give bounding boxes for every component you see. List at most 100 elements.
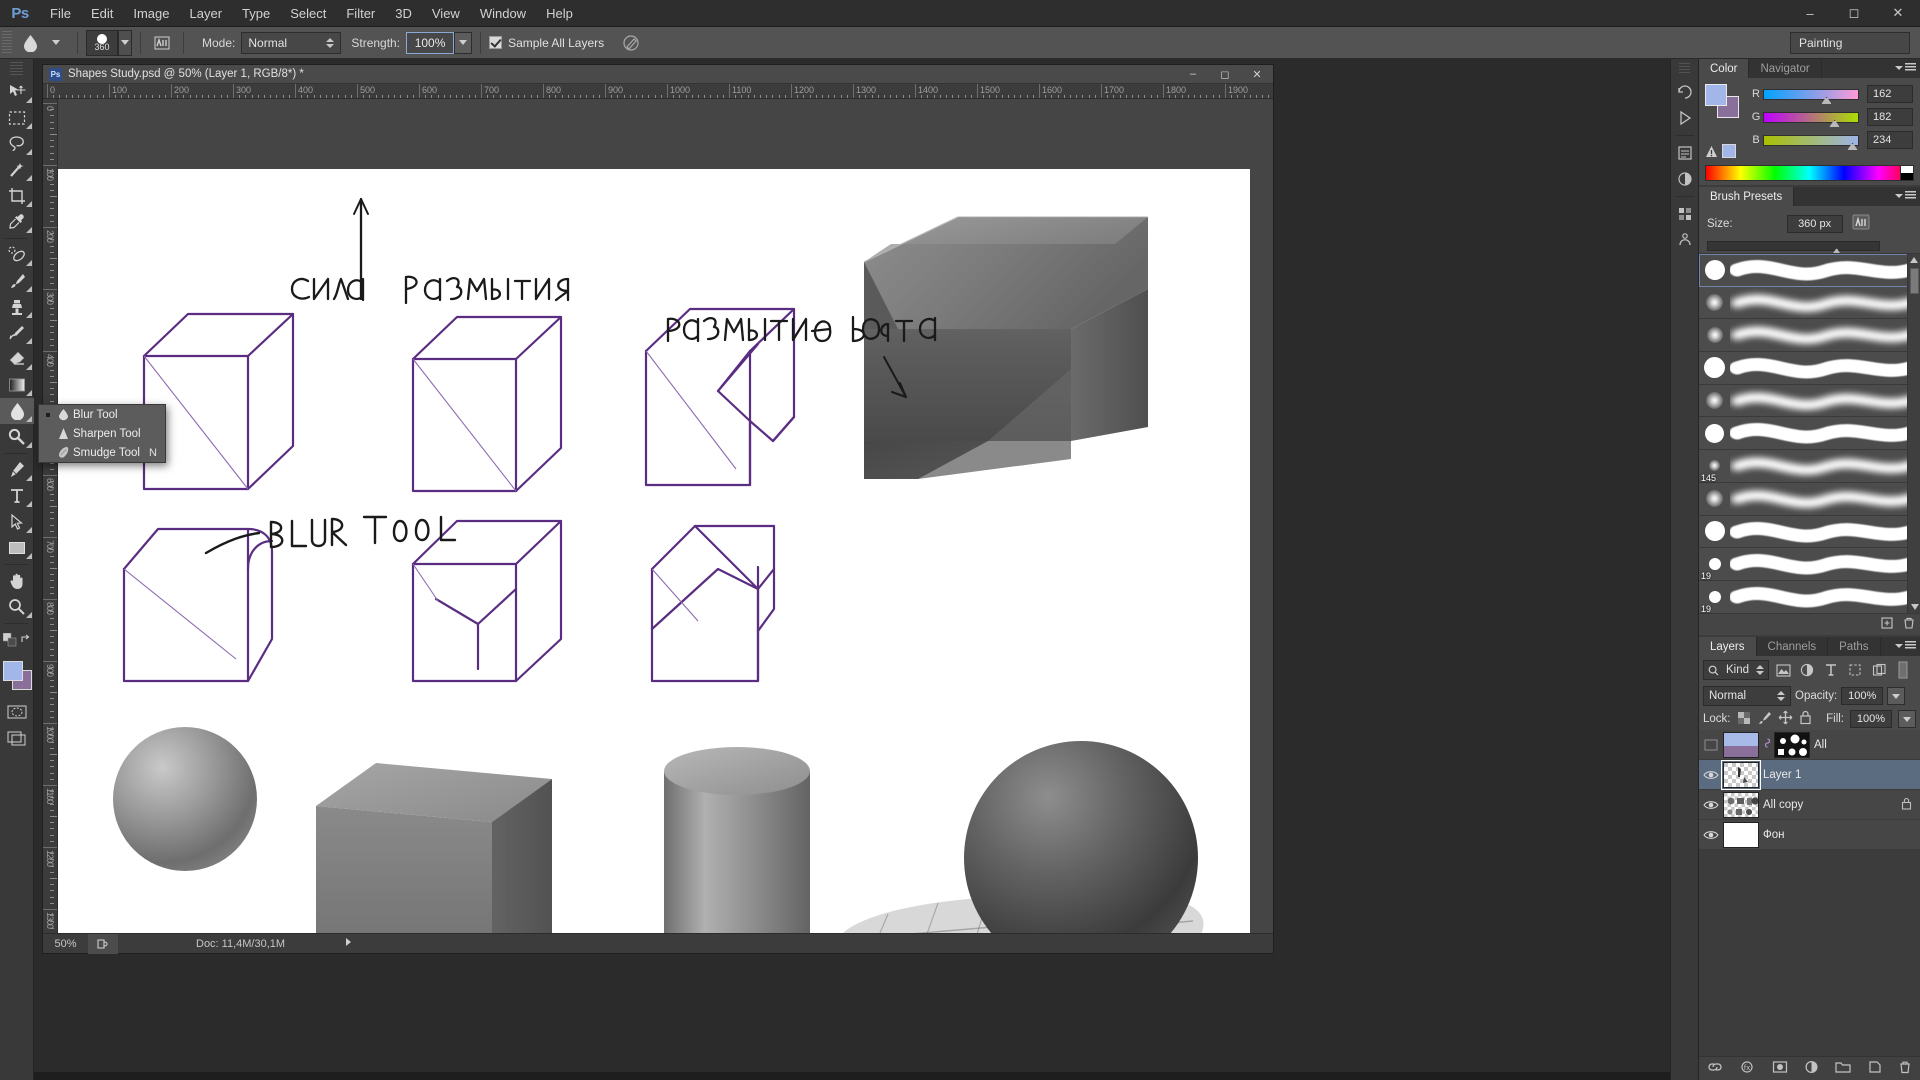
menu-layer[interactable]: Layer	[180, 0, 233, 27]
layer-mask-thumbnail[interactable]	[1774, 731, 1810, 758]
scrollbar-thumb[interactable]	[1910, 268, 1919, 294]
toolbar-grip[interactable]	[10, 62, 23, 76]
brush-preset-list[interactable]: 145 19 19	[1699, 253, 1920, 613]
menu-select[interactable]: Select	[280, 0, 336, 27]
menu-help[interactable]: Help	[536, 0, 583, 27]
toggle-brush-panel-icon[interactable]	[149, 31, 175, 55]
brush-preset-item[interactable]	[1699, 384, 1920, 418]
layer-name[interactable]: Layer 1	[1763, 769, 1801, 781]
flyout-item-smudge-tool[interactable]: Smudge Tool N	[39, 443, 165, 462]
spot-healing-brush-tool[interactable]	[0, 242, 34, 268]
brush-size-slider[interactable]	[1707, 241, 1880, 256]
channel-value-r[interactable]: 162	[1867, 85, 1913, 103]
color-panel-menu-icon[interactable]	[1895, 63, 1916, 72]
menu-edit[interactable]: Edit	[81, 0, 123, 27]
sample-all-layers-checkbox[interactable]: Sample All Layers	[489, 36, 604, 50]
brush-preset-item[interactable]	[1699, 482, 1920, 516]
properties-panel-icon[interactable]	[1671, 140, 1699, 166]
history-brush-tool[interactable]	[0, 320, 34, 346]
brush-preset-item[interactable]	[1699, 417, 1920, 451]
brush-preset-item[interactable]: 145	[1699, 450, 1920, 483]
channel-slider-r[interactable]	[1763, 88, 1859, 105]
rectangle-tool[interactable]	[0, 535, 34, 561]
scroll-down-icon[interactable]	[1908, 601, 1920, 613]
actions-panel-icon[interactable]	[1671, 105, 1699, 131]
new-layer-icon[interactable]	[1868, 1060, 1882, 1077]
channel-slider-g[interactable]	[1763, 111, 1859, 128]
swap-colors-icon[interactable]	[19, 627, 33, 653]
fill-dropdown[interactable]	[1898, 710, 1916, 728]
swatches-panel-icon[interactable]	[1671, 201, 1699, 227]
layer-name[interactable]: All copy	[1763, 799, 1803, 811]
eraser-tool[interactable]	[0, 346, 34, 372]
layer-visibility-toggle[interactable]	[1699, 769, 1723, 781]
filter-adjustment-icon[interactable]	[1797, 660, 1817, 680]
layer-visibility-toggle[interactable]	[1699, 739, 1723, 751]
layer-visibility-toggle[interactable]	[1699, 829, 1723, 841]
horizontal-ruler[interactable]: 0 100 200 300 400 500 600 700 800 900 1000 1100 1200…	[43, 84, 1273, 99]
workspace-selector[interactable]: Painting	[1790, 32, 1910, 54]
canvas-scroll-area[interactable]	[58, 99, 1273, 933]
menu-filter[interactable]: Filter	[336, 0, 385, 27]
maximize-button[interactable]: ◻	[1832, 0, 1876, 27]
menu-3d[interactable]: 3D	[385, 0, 422, 27]
tab-navigator[interactable]: Navigator	[1749, 59, 1822, 78]
path-selection-tool[interactable]	[0, 509, 34, 535]
gradient-tool[interactable]	[0, 372, 34, 398]
delete-layer-icon[interactable]	[1898, 1060, 1912, 1077]
dodge-tool[interactable]	[0, 424, 34, 450]
brush-presets-menu-icon[interactable]	[1895, 191, 1916, 200]
layer-row-all[interactable]: All	[1699, 730, 1920, 760]
link-layers-icon[interactable]	[1707, 1060, 1723, 1077]
brush-tool[interactable]	[0, 268, 34, 294]
layer-name[interactable]: All	[1814, 739, 1827, 751]
menu-window[interactable]: Window	[470, 0, 536, 27]
layer-visibility-toggle[interactable]	[1699, 799, 1723, 811]
opacity-value[interactable]: 100%	[1841, 687, 1884, 705]
brush-preset-picker[interactable]: 360	[86, 29, 118, 56]
brush-preset-item[interactable]	[1699, 286, 1920, 320]
rail-grip[interactable]	[1679, 63, 1690, 75]
options-bar-grip[interactable]	[2, 30, 12, 55]
move-tool[interactable]	[0, 79, 34, 105]
zoom-tool[interactable]	[0, 594, 34, 620]
brush-preset-item[interactable]	[1699, 319, 1920, 353]
channel-value-b[interactable]: 234	[1867, 131, 1913, 149]
tab-channels[interactable]: Channels	[1756, 637, 1829, 656]
current-tool-blur-icon[interactable]	[17, 31, 43, 55]
layer-blend-mode-select[interactable]: Normal	[1703, 686, 1791, 706]
brush-preset-dropdown[interactable]	[118, 29, 132, 56]
layer-name[interactable]: Фон	[1763, 829, 1785, 841]
channel-value-g[interactable]: 182	[1867, 108, 1913, 126]
strength-dropdown[interactable]	[454, 31, 473, 54]
scroll-up-icon[interactable]	[1908, 254, 1920, 266]
tab-layers[interactable]: Layers	[1699, 637, 1757, 656]
color-panel-swatches[interactable]	[1705, 84, 1739, 118]
rectangular-marquee-tool[interactable]	[0, 105, 34, 131]
document-close-button[interactable]: ✕	[1241, 65, 1273, 84]
canvas-artboard[interactable]	[58, 169, 1250, 933]
vertical-ruler[interactable]: 0100200300400500600700800900100011001200…	[43, 99, 58, 933]
foreground-color-swatch[interactable]	[3, 661, 23, 681]
adjustments-panel-icon[interactable]	[1671, 166, 1699, 192]
flyout-item-sharpen-tool[interactable]: Sharpen Tool	[39, 424, 165, 443]
brush-list-scrollbar[interactable]	[1907, 254, 1920, 613]
brush-preset-item[interactable]: 19	[1699, 548, 1920, 581]
layer-row-fon[interactable]: Фон	[1699, 820, 1920, 850]
zoom-level[interactable]: 50%	[43, 938, 88, 950]
styles-panel-icon[interactable]	[1671, 227, 1699, 253]
layer-thumbnail[interactable]	[1723, 791, 1759, 818]
default-colors-icon[interactable]	[0, 627, 19, 653]
new-group-icon[interactable]	[1835, 1061, 1851, 1077]
brush-preset-item[interactable]	[1699, 515, 1920, 549]
fill-value[interactable]: 100%	[1850, 710, 1892, 728]
lasso-tool[interactable]	[0, 131, 34, 157]
strength-input[interactable]: 100%	[406, 31, 455, 54]
color-ramp[interactable]	[1705, 165, 1914, 181]
filter-smart-icon[interactable]	[1869, 660, 1889, 680]
tab-brush-presets[interactable]: Brush Presets	[1699, 187, 1795, 206]
adjustment-layer-icon[interactable]	[1804, 1060, 1819, 1077]
filter-shape-icon[interactable]	[1845, 660, 1865, 680]
document-titlebar[interactable]: Ps Shapes Study.psd @ 50% (Layer 1, RGB/…	[43, 65, 1273, 84]
preview-icon[interactable]	[88, 933, 118, 954]
